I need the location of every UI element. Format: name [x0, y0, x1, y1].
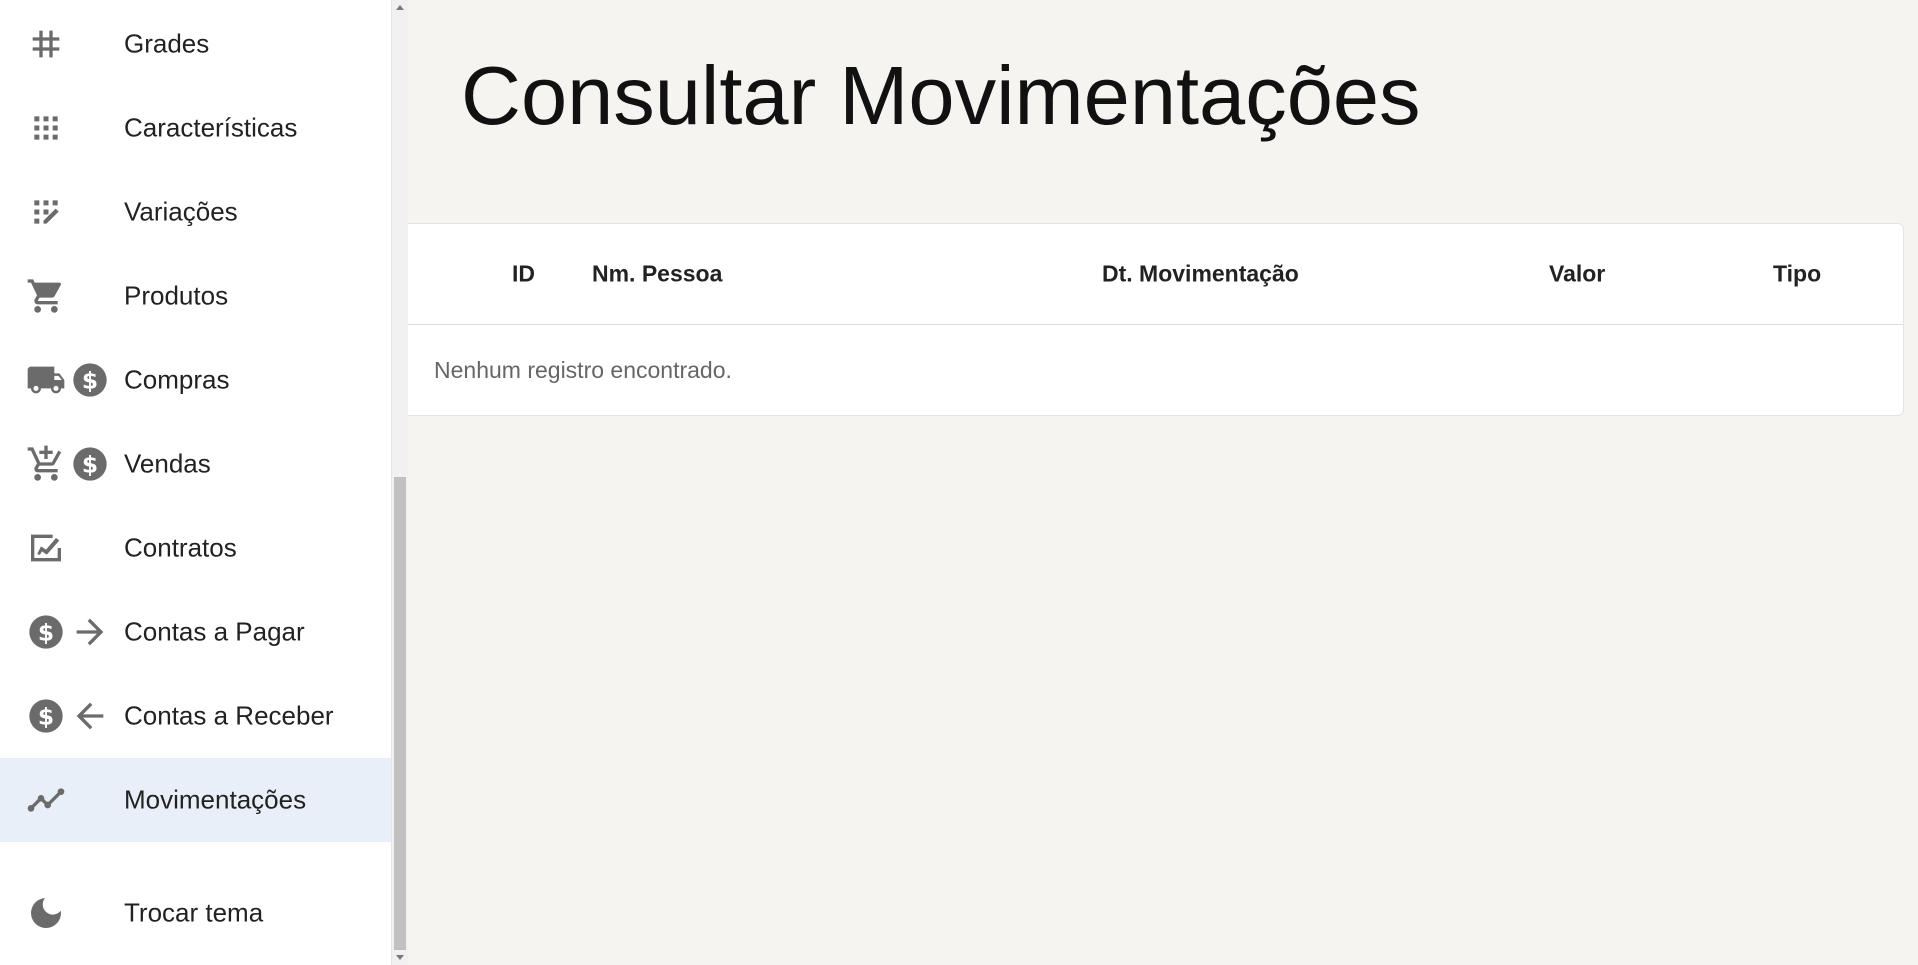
sidebar-item-vendas-icons: $	[26, 444, 110, 484]
theme-toggle-icons	[26, 893, 66, 933]
column-header-tipo[interactable]: Tipo	[1773, 261, 1821, 288]
sidebar-item-variacoes-icons	[26, 192, 66, 232]
scroll-down-icon[interactable]	[396, 955, 404, 960]
sidebar-item-contas-a-receber[interactable]: $ Contas a Receber	[0, 674, 391, 758]
contract-icon	[26, 528, 66, 568]
grid-edit-icon	[26, 192, 66, 232]
dollar-circle-icon: $	[26, 612, 66, 652]
dollar-circle-icon: $	[70, 444, 110, 484]
svg-text:$: $	[82, 366, 98, 394]
cart-icon	[26, 276, 66, 316]
grid-dots-icon	[26, 108, 66, 148]
theme-toggle-label: Trocar tema	[124, 897, 264, 928]
sidebar-item-label: Contas a Receber	[124, 700, 334, 731]
sidebar-item-produtos[interactable]: Produtos	[0, 254, 391, 338]
dollar-circle-icon: $	[26, 696, 66, 736]
sidebar-item-label: Contas a Pagar	[124, 616, 305, 647]
sidebar-item-label: Vendas	[124, 448, 211, 479]
sidebar: Grades Características Variações Produto…	[0, 0, 391, 965]
sidebar-item-grades[interactable]: Grades	[0, 2, 391, 86]
sidebar-item-compras[interactable]: $ Compras	[0, 338, 391, 422]
svg-text:$: $	[82, 450, 98, 478]
hash-icon	[26, 24, 66, 64]
sidebar-item-label: Produtos	[124, 280, 229, 311]
sidebar-item-label: Movimentações	[124, 784, 307, 815]
column-header-id[interactable]: ID	[512, 261, 535, 288]
sidebar-item-contas-a-pagar[interactable]: $ Contas a Pagar	[0, 590, 391, 674]
main-content: Consultar Movimentações ID Nm. Pessoa Dt…	[408, 0, 1918, 965]
sidebar-item-variacoes[interactable]: Variações	[0, 170, 391, 254]
sidebar-item-contas-a-receber-icons: $	[26, 696, 110, 736]
empty-table-message: Nenhum registro encontrado.	[434, 357, 732, 383]
sidebar-item-grades-icons	[26, 24, 66, 64]
sidebar-item-caracteristicas-icons	[26, 108, 66, 148]
sidebar-item-label: Variações	[124, 196, 238, 227]
sidebar-item-contratos[interactable]: Contratos	[0, 506, 391, 590]
sidebar-item-label: Compras	[124, 364, 230, 395]
sidebar-item-contratos-icons	[26, 528, 66, 568]
theme-toggle[interactable]: Trocar tema	[0, 871, 391, 955]
svg-text:$: $	[38, 618, 54, 646]
page-title: Consultar Movimentações	[461, 49, 1421, 142]
sidebar-item-label: Características	[124, 112, 298, 143]
scrollbar-thumb[interactable]	[394, 477, 406, 950]
sidebar-item-vendas[interactable]: $ Vendas	[0, 422, 391, 506]
column-header-nm-pessoa[interactable]: Nm. Pessoa	[592, 261, 722, 288]
sidebar-item-caracteristicas[interactable]: Características	[0, 86, 391, 170]
truck-icon	[26, 360, 66, 400]
scroll-up-icon[interactable]	[396, 5, 404, 10]
sidebar-item-label: Grades	[124, 28, 210, 59]
svg-text:$: $	[38, 702, 54, 730]
line-chart-icon	[26, 780, 66, 820]
dollar-circle-icon: $	[70, 360, 110, 400]
arrow-left-icon	[70, 696, 110, 736]
table-header-row: ID Nm. Pessoa Dt. Movimentação Valor Tip…	[408, 224, 1903, 325]
sidebar-scrollbar[interactable]	[391, 0, 408, 965]
sidebar-item-produtos-icons	[26, 276, 66, 316]
column-header-dt-movimentacao[interactable]: Dt. Movimentação	[1102, 261, 1299, 288]
movements-table: ID Nm. Pessoa Dt. Movimentação Valor Tip…	[408, 223, 1904, 416]
arrow-right-icon	[70, 612, 110, 652]
sidebar-item-movimentacoes[interactable]: Movimentações	[0, 758, 391, 842]
sidebar-item-label: Contratos	[124, 532, 237, 563]
moon-icon	[26, 893, 66, 933]
add-cart-icon	[26, 444, 66, 484]
sidebar-item-movimentacoes-icons	[26, 780, 66, 820]
sidebar-item-compras-icons: $	[26, 360, 110, 400]
column-header-valor[interactable]: Valor	[1549, 261, 1605, 288]
sidebar-item-contas-a-pagar-icons: $	[26, 612, 110, 652]
